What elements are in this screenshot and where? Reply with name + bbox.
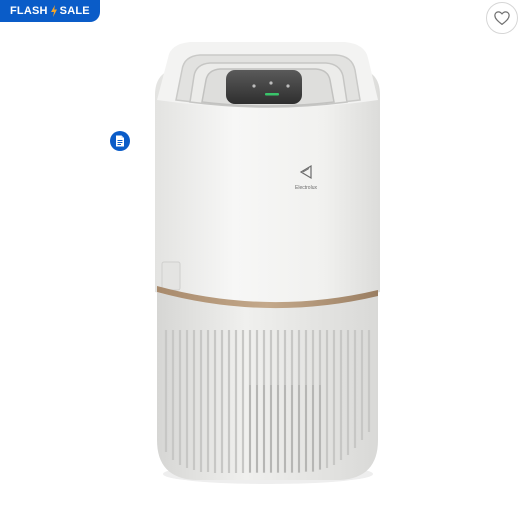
control-panel	[226, 70, 302, 104]
product-image-air-purifier: Electrolux	[155, 42, 380, 484]
product-brand-label: Electrolux	[295, 185, 317, 191]
